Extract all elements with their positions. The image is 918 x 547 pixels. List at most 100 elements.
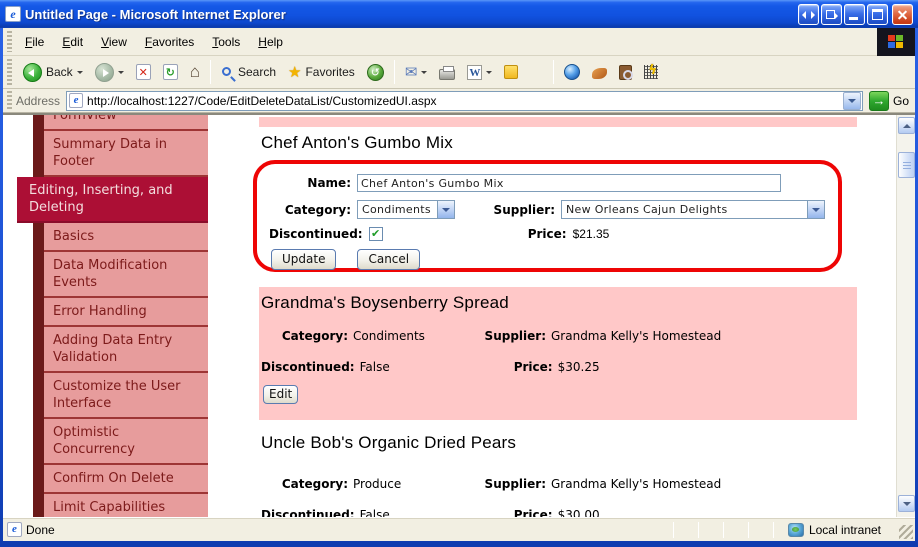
sidebar-item-adding-data-entry-validation[interactable]: Adding Data Entry Validation <box>44 327 208 373</box>
edit-button[interactable]: Edit <box>263 385 299 404</box>
toolbar-grip[interactable] <box>7 59 12 85</box>
research-button[interactable] <box>614 63 637 82</box>
addon-barcode-button[interactable] <box>639 63 663 81</box>
sidebar-item-customize-the-user-interface[interactable]: Customize the User Interface <box>44 373 208 419</box>
discontinued-label: Discontinued: <box>269 227 363 241</box>
edit-with-word-button[interactable]: W <box>462 63 497 82</box>
sidebar-item-formview[interactable]: FormView <box>44 115 208 131</box>
close-button[interactable] <box>892 3 913 25</box>
home-button[interactable]: ⌂ <box>185 62 205 82</box>
barcode-addon-icon <box>644 64 659 79</box>
status-separator <box>747 521 749 538</box>
sidebar-item-editing-inserting-deleting[interactable]: Editing, Inserting, and Deleting <box>17 177 208 223</box>
browser-viewport: FormView Summary Data in Footer Editing,… <box>3 113 915 517</box>
favorites-button[interactable]: ★ Favorites <box>283 63 360 82</box>
datalist-item-grandmas: Grandma's Boysenberry Spread Category: C… <box>259 287 857 420</box>
maximize-button[interactable] <box>867 3 888 25</box>
sidebar-item-error-handling[interactable]: Error Handling <box>44 298 208 327</box>
history-icon: ↺ <box>366 63 384 81</box>
sidebar-item-data-modification-events[interactable]: Data Modification Events <box>44 252 208 298</box>
addon-fox-button[interactable] <box>587 63 612 81</box>
toolbar-separator <box>393 60 395 84</box>
vertical-scrollbar[interactable] <box>896 115 915 517</box>
product-name-input[interactable] <box>357 174 781 192</box>
sidebar-item-confirm-on-delete[interactable]: Confirm On Delete <box>44 465 208 494</box>
discuss-button[interactable] <box>499 63 523 81</box>
print-button[interactable] <box>434 63 460 82</box>
forward-dropdown-icon <box>117 70 124 77</box>
mail-dropdown-icon <box>421 70 428 77</box>
sidebar-item-basics[interactable]: Basics <box>44 223 208 252</box>
toolbar-separator <box>209 60 211 84</box>
status-text: Done <box>26 522 55 537</box>
supplier-label: Supplier: <box>484 477 546 491</box>
category-label: Category: <box>281 329 348 343</box>
menu-help[interactable]: Help <box>249 32 292 52</box>
back-button[interactable]: Back <box>18 61 88 84</box>
history-button[interactable]: ↺ <box>362 62 389 83</box>
address-dropdown-button[interactable] <box>842 91 861 110</box>
menu-edit[interactable]: Edit <box>53 32 92 52</box>
chevron-down-icon[interactable] <box>807 201 824 218</box>
minimize-button[interactable] <box>844 3 865 25</box>
scrollbar-thumb[interactable] <box>898 152 915 178</box>
scroll-down-button[interactable] <box>898 495 915 512</box>
product-name-heading: Chef Anton's Gumbo Mix <box>261 133 453 152</box>
sidebar-item-optimistic-concurrency[interactable]: Optimistic Concurrency <box>44 419 208 465</box>
sidebar-item-summary-data-in-footer[interactable]: Summary Data in Footer <box>44 131 208 177</box>
search-button[interactable]: Search <box>216 63 281 81</box>
sidebar-item-limit-capabilities[interactable]: Limit Capabilities Based on User <box>44 494 208 517</box>
security-zone-text: Local intranet <box>808 522 881 537</box>
stop-button[interactable]: ✕ <box>131 62 156 82</box>
edit-form-annotation-circle: Name: Category: Condiments Supplier: New… <box>253 160 842 272</box>
toolbar-separator <box>553 60 555 84</box>
status-separator <box>672 521 674 538</box>
ie-window: e Untitled Page - Microsoft Internet Exp… <box>0 0 918 547</box>
address-grip[interactable] <box>7 91 12 110</box>
refresh-button[interactable]: ↻ <box>158 62 183 82</box>
menu-bar: File Edit View Favorites Tools Help <box>3 28 915 56</box>
price-label: Price: <box>513 508 553 517</box>
address-bar: Address e http://localhost:1227/Code/Edi… <box>3 89 915 113</box>
back-dropdown-icon <box>76 70 83 77</box>
address-input[interactable]: e http://localhost:1227/Code/EditDeleteD… <box>66 90 863 111</box>
standard-toolbar: Back ✕ ↻ ⌂ Search ★ Favorites ↺ ✉ W <box>3 56 915 89</box>
search-icon <box>221 66 231 76</box>
pan-button[interactable] <box>798 3 819 25</box>
menu-view[interactable]: View <box>92 32 136 52</box>
supplier-value: Grandma Kelly's Homestead <box>551 329 722 343</box>
word-dropdown-icon <box>486 70 493 77</box>
go-label: Go <box>892 93 909 108</box>
messenger-button[interactable] <box>559 62 585 82</box>
titlebar[interactable]: e Untitled Page - Microsoft Internet Exp… <box>0 0 918 28</box>
messenger-sphere-icon <box>564 64 581 80</box>
go-button[interactable]: → <box>868 90 889 111</box>
address-url[interactable]: http://localhost:1227/Code/EditDeleteDat… <box>87 94 842 108</box>
sidebar-rail <box>33 115 44 517</box>
update-button[interactable]: Update <box>271 249 337 270</box>
sidebar-nav: FormView Summary Data in Footer Editing,… <box>17 115 208 517</box>
forward-button[interactable] <box>90 61 129 84</box>
category-dropdown[interactable]: Condiments <box>357 200 455 219</box>
menu-file[interactable]: File <box>16 32 53 52</box>
cancel-button[interactable]: Cancel <box>357 249 421 270</box>
menu-tools[interactable]: Tools <box>203 32 249 52</box>
mail-button[interactable]: ✉ <box>400 63 433 82</box>
menu-favorites[interactable]: Favorites <box>136 32 203 52</box>
detach-button[interactable] <box>821 3 842 25</box>
scroll-up-button[interactable] <box>898 117 915 134</box>
supplier-selected-value: New Orleans Cajun Delights <box>566 203 728 216</box>
stop-icon: ✕ <box>135 64 151 80</box>
chevron-down-icon[interactable] <box>437 201 454 218</box>
resize-grip[interactable] <box>899 524 913 539</box>
refresh-icon: ↻ <box>162 64 178 80</box>
supplier-dropdown[interactable]: New Orleans Cajun Delights <box>561 200 825 219</box>
name-label: Name: <box>307 176 351 190</box>
research-icon <box>619 64 634 80</box>
discontinued-checkbox[interactable]: ✔ <box>368 227 383 241</box>
address-label: Address <box>16 93 61 108</box>
back-icon <box>23 62 42 82</box>
menu-grip[interactable] <box>7 30 12 53</box>
forward-icon <box>94 62 114 82</box>
price-value: $30.25 <box>557 360 600 374</box>
